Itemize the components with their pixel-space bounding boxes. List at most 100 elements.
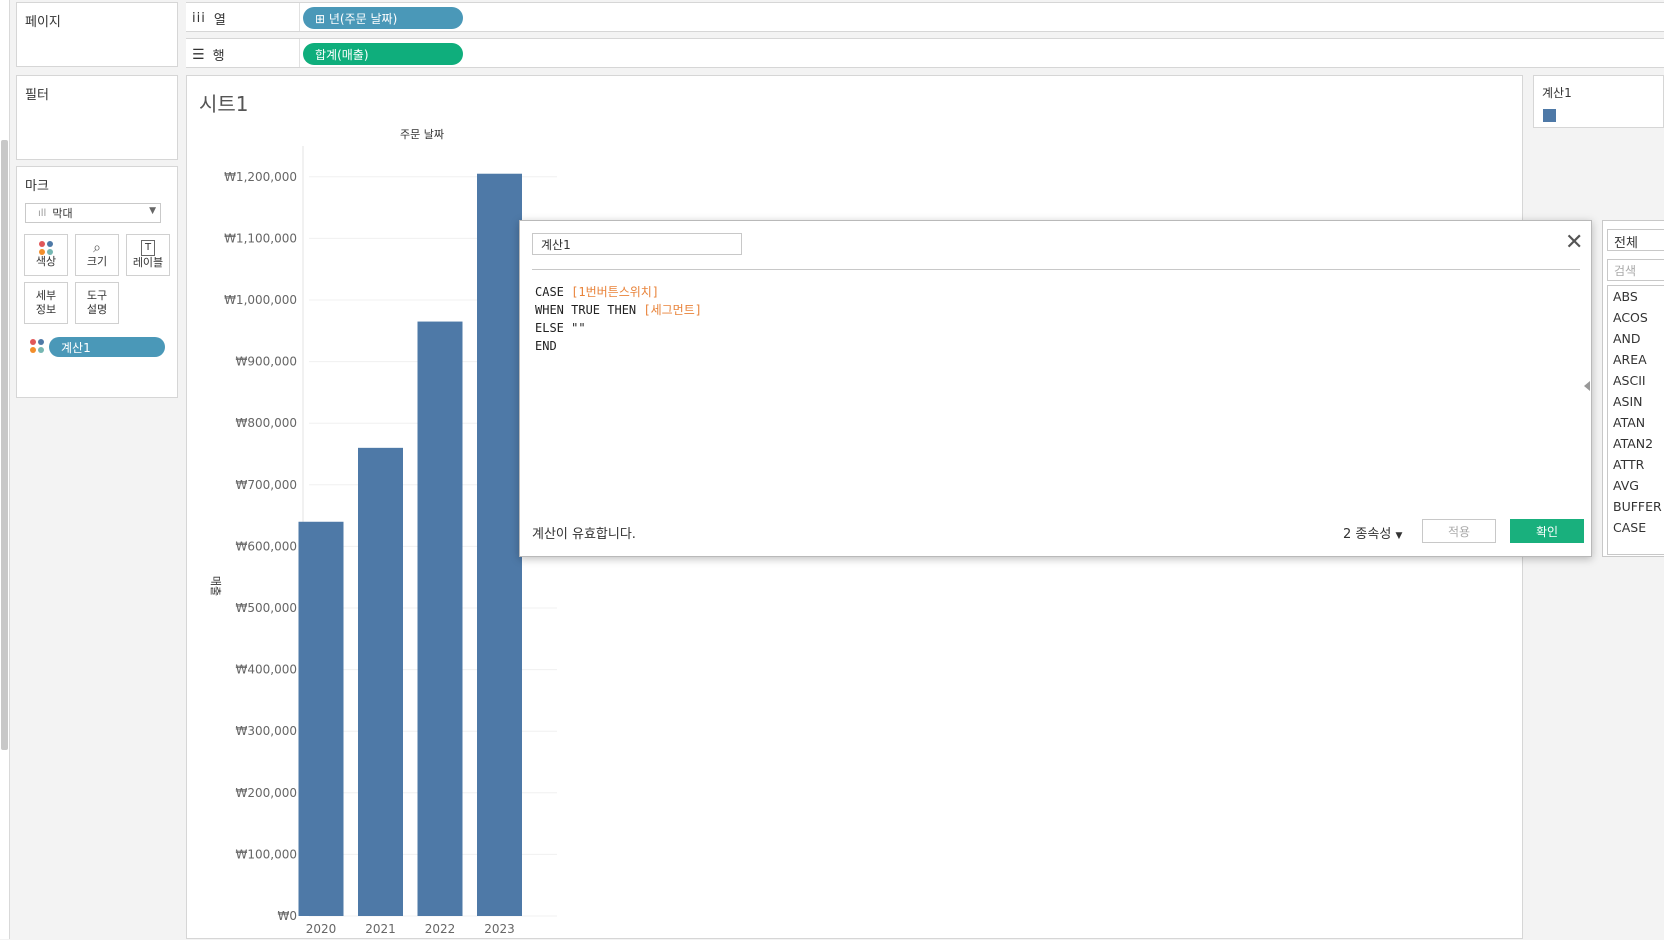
- x-tick-label: 2021: [365, 922, 396, 936]
- calculation-name-input[interactable]: [532, 233, 742, 255]
- function-item[interactable]: ASCII: [1608, 370, 1664, 391]
- color-icon: [39, 241, 53, 255]
- validation-status: 계산이 유효합니다.: [532, 527, 636, 542]
- function-search-input[interactable]: 검색: [1607, 259, 1664, 281]
- function-item[interactable]: AND: [1608, 328, 1664, 349]
- function-item[interactable]: AVG: [1608, 475, 1664, 496]
- y-tick-label: ₩900,000: [236, 355, 298, 369]
- ok-button[interactable]: 확인: [1510, 519, 1584, 543]
- y-tick-label: ₩700,000: [236, 478, 298, 492]
- x-tick-label: 2022: [425, 922, 456, 936]
- y-tick-label: ₩400,000: [236, 663, 298, 677]
- label-icon: T: [140, 240, 156, 256]
- x-tick-label: 2023: [484, 922, 515, 936]
- detail-button[interactable]: 세부 정보: [24, 282, 68, 324]
- function-item[interactable]: ACOS: [1608, 307, 1664, 328]
- mark-type-dropdown[interactable]: ıll 막대 ▼: [25, 203, 161, 223]
- collapse-arrow-icon[interactable]: [1584, 381, 1590, 391]
- legend-swatch[interactable]: [1543, 109, 1556, 122]
- label-label: 레이블: [132, 256, 164, 269]
- formula-line[interactable]: ELSE "": [535, 319, 702, 337]
- color-button[interactable]: 색상: [24, 234, 68, 276]
- formula-keyword: WHEN TRUE THEN: [535, 303, 644, 317]
- close-icon[interactable]: ✕: [1565, 232, 1583, 254]
- label-button[interactable]: T 레이블: [126, 234, 170, 276]
- detail-label: 세부 정보: [35, 289, 57, 316]
- dependencies-dropdown[interactable]: 2 종속성 ▼: [1343, 523, 1402, 542]
- y-tick-label: ₩0: [278, 909, 298, 923]
- formula-line[interactable]: END: [535, 337, 702, 355]
- y-tick-label: ₩500,000: [236, 601, 298, 615]
- y-tick-label: ₩1,200,000: [224, 170, 297, 184]
- function-item[interactable]: ATAN2: [1608, 433, 1664, 454]
- y-tick-label: ₩300,000: [236, 724, 298, 738]
- shelf-divider: [299, 39, 300, 67]
- filters-card[interactable]: 필터: [16, 75, 178, 160]
- function-item[interactable]: ASIN: [1608, 391, 1664, 412]
- color-field-pill[interactable]: 계산1: [49, 337, 165, 357]
- mark-type-value: 막대: [52, 207, 73, 220]
- y-tick-label: ₩100,000: [236, 847, 298, 861]
- bar[interactable]: [417, 321, 463, 916]
- bar[interactable]: [358, 447, 403, 916]
- y-tick-label: ₩800,000: [236, 416, 298, 430]
- apply-button[interactable]: 적용: [1422, 519, 1496, 543]
- columns-icon: iii: [192, 11, 206, 26]
- calculation-editor-dialog: ✕ CASE [1번버튼스위치]WHEN TRUE THEN [세그먼트]ELS…: [519, 220, 1592, 557]
- size-icon: ⌕: [93, 240, 101, 256]
- rows-shelf[interactable]: ☰ 행 합계(매출): [186, 38, 1664, 68]
- y-tick-label: ₩1,100,000: [224, 231, 297, 245]
- function-list[interactable]: ABS ACOS AND AREA ASCII ASIN ATAN ATAN2 ATTR AVG B…: [1607, 285, 1664, 555]
- y-tick-label: ₩600,000: [236, 539, 298, 553]
- formula-editor[interactable]: CASE [1번버튼스위치] WHEN TRUE THEN [세그먼트] ELSE …: [535, 283, 702, 355]
- marks-card: 마크 ıll 막대 ▼ 색상 ⌕ 크기 T 레이블 세부 정보 도구 설명 계산…: [16, 166, 178, 398]
- size-button[interactable]: ⌕ 크기: [75, 234, 119, 276]
- function-item[interactable]: AREA: [1608, 349, 1664, 370]
- tooltip-button[interactable]: 도구 설명: [75, 282, 119, 324]
- x-tick-label: 2020: [306, 922, 337, 936]
- y-tick-label: ₩1,000,000: [224, 293, 297, 307]
- function-category-select[interactable]: 전체: [1607, 229, 1664, 251]
- rows-icon: ☰: [192, 46, 205, 63]
- bar-chart-icon: ıll: [38, 207, 47, 219]
- field-reference: [세그먼트]: [643, 303, 702, 317]
- function-item[interactable]: ATAN: [1608, 412, 1664, 433]
- filters-title: 필터: [25, 88, 49, 103]
- marks-title: 마크: [25, 179, 49, 194]
- functions-panel: 전체 검색 ABS ACOS AND AREA ASCII ASIN ATAN ATAN2 AT…: [1602, 220, 1664, 557]
- formula-keyword: ELSE "": [535, 321, 586, 335]
- legend-title: 계산1: [1542, 86, 1572, 100]
- left-side-strip: [0, 0, 10, 939]
- bar[interactable]: [477, 173, 522, 917]
- function-item[interactable]: CASE: [1608, 517, 1664, 538]
- formula-line[interactable]: WHEN TRUE THEN [세그먼트]: [535, 301, 702, 319]
- columns-pill[interactable]: ⊞ 년(주문 날짜): [303, 7, 463, 29]
- shelf-divider: [299, 3, 300, 31]
- chevron-down-icon: ▼: [149, 206, 156, 216]
- tooltip-label: 도구 설명: [86, 289, 108, 316]
- bar[interactable]: [298, 521, 344, 916]
- data-pane-scrollbar[interactable]: [1, 140, 8, 750]
- pages-title: 페이지: [25, 15, 61, 30]
- field-reference: [1번버튼스위치]: [571, 285, 660, 299]
- color-label: 색상: [35, 255, 57, 268]
- formula-keyword: END: [535, 339, 557, 353]
- function-item[interactable]: ATTR: [1608, 454, 1664, 475]
- dependencies-label: 2 종속성: [1343, 527, 1392, 542]
- pages-card[interactable]: 페이지: [16, 2, 178, 67]
- y-tick-label: ₩200,000: [236, 786, 298, 800]
- divider: [532, 269, 1580, 270]
- size-label: 크기: [86, 255, 108, 268]
- y-axis-label: 매출: [209, 576, 222, 596]
- formula-keyword: CASE: [535, 285, 572, 299]
- color-legend[interactable]: 계산1: [1533, 75, 1664, 128]
- formula-line[interactable]: CASE [1번버튼스위치]: [535, 283, 702, 301]
- color-field-icon: [30, 339, 44, 353]
- columns-label: 열: [213, 13, 226, 28]
- function-item[interactable]: BUFFER: [1608, 496, 1664, 517]
- function-item[interactable]: ABS: [1608, 286, 1664, 307]
- rows-pill[interactable]: 합계(매출): [303, 43, 463, 65]
- columns-shelf[interactable]: iii 열 ⊞ 년(주문 날짜): [186, 2, 1664, 32]
- rows-label: 행: [212, 49, 225, 64]
- caret-down-icon: ▼: [1395, 531, 1403, 541]
